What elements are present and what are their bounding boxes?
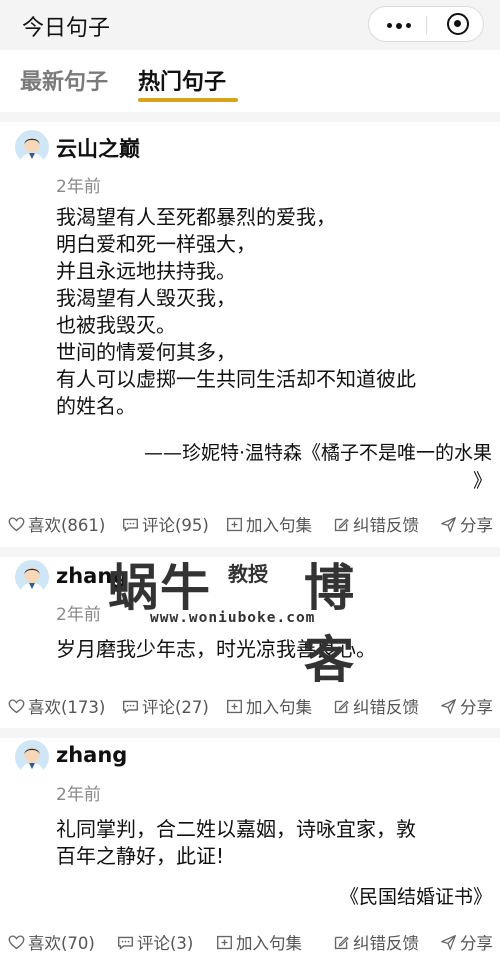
more-icon[interactable] <box>387 22 411 29</box>
section-separator <box>0 728 500 738</box>
post-username[interactable]: 云山之巅 <box>56 133 140 163</box>
add-to-collection-button[interactable]: 加入句集 <box>226 512 312 536</box>
report-error-button[interactable]: 纠错反馈 <box>333 930 419 954</box>
post-actions: 喜欢(70) 评论(3) 加入句集 纠错反馈 分享 <box>0 930 500 958</box>
share-label: 分享 <box>460 934 493 953</box>
add-to-collection-button[interactable]: 加入句集 <box>216 930 302 954</box>
user-avatar[interactable] <box>15 560 49 594</box>
post-source: ——珍妮特·温特森《橘子不是唯一的水果 <box>143 442 492 464</box>
user-avatar[interactable] <box>15 740 49 774</box>
share-button[interactable]: 分享 <box>440 694 493 718</box>
like-button[interactable]: 喜欢(70) <box>8 930 95 954</box>
post-source: 《民国结婚证书》 <box>339 886 492 908</box>
comment-count: 评论(95) <box>142 516 209 535</box>
like-count: 喜欢(70) <box>28 934 95 953</box>
post-time: 2年前 <box>56 605 101 625</box>
report-label: 纠错反馈 <box>353 698 419 717</box>
post-actions: 喜欢(173) 评论(27) 加入句集 纠错反馈 分享 <box>0 694 500 722</box>
like-count: 喜欢(861) <box>28 516 106 535</box>
post-username[interactable]: zhang <box>56 564 127 588</box>
post-quote-text[interactable]: 岁月磨我少年志，时光凉我善良心。 <box>56 636 496 663</box>
watermark-url: www.woniubokе.com <box>150 610 316 626</box>
app-title: 今日句子 <box>22 16 111 41</box>
report-error-button[interactable]: 纠错反馈 <box>333 512 419 536</box>
add-to-collection-button[interactable]: 加入句集 <box>226 694 312 718</box>
post-time: 2年前 <box>56 177 101 197</box>
post-quote-text[interactable]: 礼同掌判，合二姓以嘉姻，诗咏宜家，敦 百年之静好，此证! <box>56 816 496 870</box>
heart-icon <box>8 934 25 949</box>
heart-icon <box>8 516 25 531</box>
report-label: 纠错反馈 <box>353 934 419 953</box>
share-icon <box>441 516 456 532</box>
comment-button[interactable]: 评论(95) <box>122 512 209 536</box>
close-target-icon[interactable] <box>447 13 469 35</box>
share-label: 分享 <box>460 516 493 535</box>
like-button[interactable]: 喜欢(861) <box>8 512 105 536</box>
post-quote-text[interactable]: 我渴望有人至死都暴烈的爱我， 明白爱和死一样强大， 并且永远地扶持我。 我渴望有… <box>56 204 496 420</box>
comment-icon <box>123 700 138 714</box>
add-box-icon <box>227 517 242 531</box>
user-avatar[interactable] <box>15 130 49 164</box>
report-error-button[interactable]: 纠错反馈 <box>333 694 419 718</box>
add-box-icon <box>227 699 242 713</box>
post-time: 2年前 <box>56 785 101 805</box>
share-label: 分享 <box>460 698 493 717</box>
watermark-text-b: 教授 <box>228 562 268 586</box>
section-separator <box>0 112 500 122</box>
share-button[interactable]: 分享 <box>440 512 493 536</box>
edit-icon <box>334 700 349 713</box>
title-bar: 今日句子 <box>0 0 500 50</box>
share-button[interactable]: 分享 <box>440 930 493 954</box>
watermark: 蜗牛 博客 教授 www.woniubokе.com <box>108 548 408 689</box>
comment-button[interactable]: 评论(3) <box>117 930 193 954</box>
tab-latest[interactable]: 最新句子 <box>20 64 108 96</box>
edit-icon <box>334 518 349 531</box>
comment-button[interactable]: 评论(27) <box>122 694 209 718</box>
like-count: 喜欢(173) <box>28 698 106 717</box>
report-label: 纠错反馈 <box>353 516 419 535</box>
mini-program-capsule <box>368 6 484 42</box>
comment-count: 评论(27) <box>142 698 209 717</box>
post-username[interactable]: zhang <box>56 743 127 767</box>
add-box-icon <box>217 935 232 949</box>
tab-hot[interactable]: 热门句子 <box>138 64 226 96</box>
capsule-divider <box>426 16 427 34</box>
heart-icon <box>8 698 25 713</box>
comment-count: 评论(3) <box>137 934 194 953</box>
add-label: 加入句集 <box>236 934 302 953</box>
active-tab-indicator <box>138 98 238 102</box>
section-separator <box>0 547 500 557</box>
watermark-text-c: 博客 <box>304 559 356 689</box>
post-source-cont: 》 <box>472 470 492 492</box>
comment-icon <box>118 936 133 950</box>
add-label: 加入句集 <box>246 516 312 535</box>
like-button[interactable]: 喜欢(173) <box>8 694 105 718</box>
comment-icon <box>123 518 138 532</box>
share-icon <box>441 934 456 950</box>
add-label: 加入句集 <box>246 698 312 717</box>
edit-icon <box>334 936 349 949</box>
share-icon <box>441 698 456 714</box>
post-actions: 喜欢(861) 评论(95) 加入句集 纠错反馈 分享 <box>0 512 500 540</box>
